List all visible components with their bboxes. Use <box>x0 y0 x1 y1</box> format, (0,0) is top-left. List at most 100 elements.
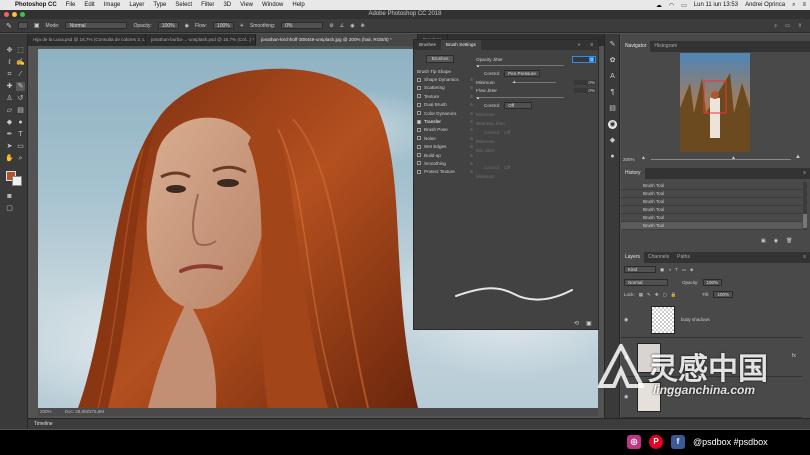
opacity-jitter-slider[interactable]: ▲ <box>476 63 596 69</box>
clock[interactable]: Lun 11 iun 13:53 <box>694 2 738 8</box>
healing-tool-icon[interactable]: ✚ <box>5 82 14 91</box>
lock-position-icon[interactable]: ✥ <box>655 292 659 298</box>
brush-option-transfer[interactable]: Transfer ⊙ <box>417 117 473 125</box>
workspace-search-icon[interactable]: ⌕ <box>774 23 777 29</box>
brush-option-color-dynamics[interactable]: Color Dynamics ⊙ <box>417 109 473 117</box>
screen-mode-icon[interactable]: ▢ <box>5 204 14 213</box>
brush-settings-panel-icon[interactable]: ✎ <box>608 40 617 49</box>
layer-row-body-shadows[interactable]: ◉ body shadows <box>621 302 802 338</box>
menu-file[interactable]: File <box>66 2 76 8</box>
blur-tool-icon[interactable]: ◆ <box>5 118 14 127</box>
layer-blend-mode[interactable]: Normal <box>624 279 668 286</box>
zoom-readout[interactable]: 200% <box>40 409 52 414</box>
brush-tool-icon[interactable]: ✎ <box>6 22 12 30</box>
navigator-zoom[interactable]: 200% <box>623 157 635 162</box>
visibility-eye-icon[interactable]: ◉ <box>624 317 630 323</box>
user-name[interactable]: Andrei Oprinca <box>745 2 785 8</box>
adjustments-panel-icon[interactable]: ◉ <box>608 120 617 129</box>
create-brush-icon[interactable]: ⟲ <box>574 320 579 327</box>
brush-option-wet-edges[interactable]: Wet Edges ⊙ <box>417 143 473 151</box>
lock-all-icon[interactable]: 🔒 <box>671 292 677 298</box>
clone-stamp-tool-icon[interactable]: ♙ <box>5 94 14 103</box>
menu-edit[interactable]: Edit <box>84 2 94 8</box>
marquee-tool-icon[interactable]: ⬚ <box>16 46 25 55</box>
menu-window[interactable]: Window <box>262 2 283 8</box>
menu-view[interactable]: View <box>240 2 253 8</box>
character-panel-icon[interactable]: A <box>608 72 617 81</box>
brush-option-dual-brush[interactable]: Dual Brush ⊙ <box>417 101 473 109</box>
tab-jonathan-kirchhoff[interactable]: jonathan-kirchhoff-308449-unsplash.jpg @… <box>256 34 418 46</box>
tab-brushes[interactable]: Brushes <box>414 40 441 50</box>
layer-opacity-field[interactable]: 100% <box>702 279 723 286</box>
move-tool-icon[interactable]: ✥ <box>5 46 14 55</box>
brushes-button[interactable]: Brushes <box>426 55 454 63</box>
battery-icon[interactable]: ▭ <box>681 2 687 9</box>
control2-select[interactable]: Off <box>504 102 533 109</box>
brush-option-protect-texture[interactable]: Protect Texture ⊙ <box>417 168 473 176</box>
history-menu-icon[interactable]: ≡ <box>799 168 810 179</box>
fill-field[interactable]: 100% <box>713 291 733 298</box>
snapshot-icon[interactable]: ◉ <box>774 238 778 244</box>
tab-brush-settings[interactable]: Brush Settings <box>440 40 481 50</box>
navigator-thumbnail[interactable] <box>680 53 750 152</box>
cloud-icon[interactable]: ☁ <box>656 2 662 9</box>
eraser-tool-icon[interactable]: ▱ <box>5 106 14 115</box>
brush-panel-toggle-icon[interactable]: ▣ <box>34 22 40 29</box>
new-brush-preset-icon[interactable]: ▣ <box>586 320 592 327</box>
menu-layer[interactable]: Layer <box>129 2 144 8</box>
tab-jonathan-borba[interactable]: jonathan-borba-...-unsplash.psd @ 16,7% … <box>146 34 256 46</box>
zoom-in-icon[interactable]: ▲ <box>795 154 801 160</box>
layer-effects-icon[interactable]: fx <box>792 353 796 359</box>
rectangle-tool-icon[interactable]: ▭ <box>16 142 25 151</box>
eyedropper-tool-icon[interactable]: ⁄ <box>16 70 25 79</box>
history-item[interactable]: Brush Tool <box>621 206 802 214</box>
pressure-opacity-icon[interactable]: ◉ <box>185 23 189 29</box>
menu-3d[interactable]: 3D <box>223 2 231 8</box>
menu-list-icon[interactable]: ≡ <box>802 2 806 8</box>
history-item[interactable]: Brush Tool <box>621 198 802 206</box>
brush-option-shape-dynamics[interactable]: Shape Dynamics ⊙ <box>417 75 473 83</box>
timeline-bar[interactable]: Timeline <box>28 418 810 429</box>
menu-filter[interactable]: Filter <box>201 2 214 8</box>
brush-option-brush-tip-shape[interactable]: Brush Tip Shape <box>417 67 473 75</box>
tab-histogram[interactable]: Histogram <box>650 41 681 52</box>
wifi-icon[interactable]: ◠ <box>669 2 674 9</box>
dodge-tool-icon[interactable]: ● <box>16 118 25 127</box>
history-item-selected[interactable]: Brush Tool <box>621 222 802 230</box>
brush-preset-picker[interactable] <box>17 22 28 29</box>
zoom-slider-handle[interactable]: ▲ <box>731 155 736 161</box>
quick-mask-icon[interactable]: ◙ <box>5 192 14 201</box>
lock-artboard-icon[interactable]: ▢ <box>663 292 667 298</box>
zoom-window-icon[interactable] <box>20 12 25 17</box>
opacity-field[interactable]: 100% <box>157 22 179 29</box>
history-item[interactable]: Brush Tool <box>621 214 802 222</box>
new-document-from-state-icon[interactable]: ▣ <box>761 238 766 244</box>
close-window-icon[interactable] <box>4 12 9 17</box>
brushes-panel-icon[interactable]: ✿ <box>608 56 617 65</box>
zoom-out-icon[interactable]: ▲ <box>641 155 646 161</box>
workspace-icon[interactable]: ▭ <box>785 23 790 29</box>
filter-type-icon[interactable]: T <box>675 267 678 272</box>
brush-tool-icon-active[interactable]: ✎ <box>16 82 25 91</box>
lock-transparent-icon[interactable]: ▦ <box>639 292 643 298</box>
menu-help[interactable]: Help <box>292 2 304 8</box>
brush-option-build-up[interactable]: Build-up ⊙ <box>417 151 473 159</box>
lock-image-icon[interactable]: ✎ <box>647 292 651 298</box>
filter-adjust-icon[interactable]: ◑ <box>668 267 671 272</box>
panel-collapse-icon[interactable]: » <box>573 40 586 50</box>
app-menu[interactable]: Photoshop CC <box>15 2 57 8</box>
brush-option-texture[interactable]: Texture ⊙ <box>417 92 473 100</box>
quick-select-tool-icon[interactable]: ✍ <box>16 58 25 67</box>
crop-tool-icon[interactable]: ⌗ <box>5 70 14 79</box>
delete-state-icon[interactable]: 🗑 <box>786 238 792 244</box>
tab-paths[interactable]: Paths <box>673 252 694 263</box>
flow-jitter-slider[interactable]: ▲ <box>476 95 596 101</box>
hand-tool-icon[interactable]: ✋ <box>5 154 14 163</box>
filter-pixel-icon[interactable]: ▣ <box>660 267 664 273</box>
zoom-tool-icon[interactable]: ⌕ <box>16 154 25 163</box>
tab-navigator[interactable]: Navigator <box>621 41 651 52</box>
layers-menu-icon[interactable]: ≡ <box>799 252 810 263</box>
swatches-panel-icon[interactable]: ● <box>608 152 617 161</box>
type-tool-icon[interactable]: T <box>16 130 25 139</box>
flow-field[interactable]: 100% <box>212 22 234 29</box>
